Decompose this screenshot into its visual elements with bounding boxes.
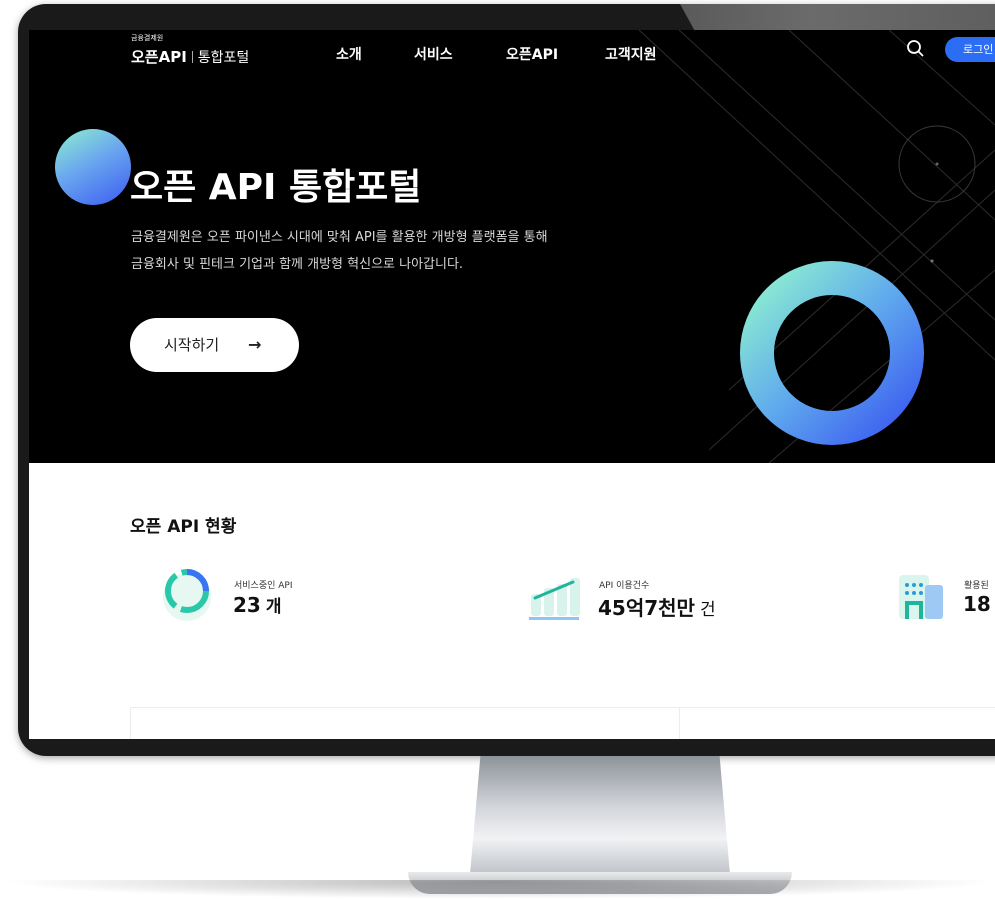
start-label: 시작하기: [164, 336, 220, 354]
nav-item-support[interactable]: 고객지원: [605, 44, 657, 64]
brand-sub: 통합포털: [197, 50, 250, 66]
service-card-area: [130, 707, 995, 739]
stat-value-usage: 45억7천만 건: [598, 596, 716, 620]
org-name: 금융결제원: [131, 34, 164, 42]
stat-value-api: 23 개: [233, 593, 282, 617]
hero-section: 금융결제원 오픈API 통합포털 소개 서비스 오픈API 고객지원 로그인 오픈…: [29, 30, 995, 463]
brand-divider: [191, 51, 193, 63]
browser-screen: 금융결제원 오픈API 통합포털 소개 서비스 오픈API 고객지원 로그인 오픈…: [29, 30, 995, 739]
arrow-right-icon: →: [248, 335, 262, 354]
stat-label-used: 활용된: [964, 581, 989, 591]
hero-decoration: [638, 30, 995, 463]
stat-value-used: 18: [963, 592, 991, 616]
nav-item-openapi[interactable]: 오픈API: [506, 44, 558, 64]
start-button[interactable]: 시작하기 →: [130, 318, 299, 372]
hero-title: 오픈 API 통합포털: [130, 167, 422, 208]
hero-desc-line1: 금융결제원은 오픈 파이낸스 시대에 맞춰 API를 활용한 개방형 플랫폼을 …: [131, 230, 548, 245]
monitor-stand: [470, 756, 730, 874]
building-icon: [899, 575, 943, 619]
search-icon[interactable]: [905, 38, 927, 60]
desk-shadow: [0, 880, 995, 899]
hero-ring: [740, 261, 924, 445]
bar-chart-icon: [529, 578, 580, 620]
login-button[interactable]: 로그인: [945, 37, 995, 62]
nav-item-service[interactable]: 서비스: [414, 44, 453, 64]
site-logo[interactable]: 오픈API 통합포털: [131, 46, 249, 67]
brand-main: 오픈API: [131, 48, 187, 66]
stat-label-usage: API 이용건수: [599, 581, 650, 591]
ring-chart-icon: [163, 569, 211, 621]
stat-label-api: 서비스중인 API: [234, 581, 293, 591]
nav-item-intro[interactable]: 소개: [336, 44, 362, 64]
card-divider: [679, 708, 680, 739]
hero-gradient-ball: [55, 129, 131, 205]
status-section-title: 오픈 API 현황: [130, 517, 237, 537]
hero-desc-line2: 금융회사 및 핀테크 기업과 함께 개방형 혁신으로 나아갑니다.: [131, 257, 464, 272]
